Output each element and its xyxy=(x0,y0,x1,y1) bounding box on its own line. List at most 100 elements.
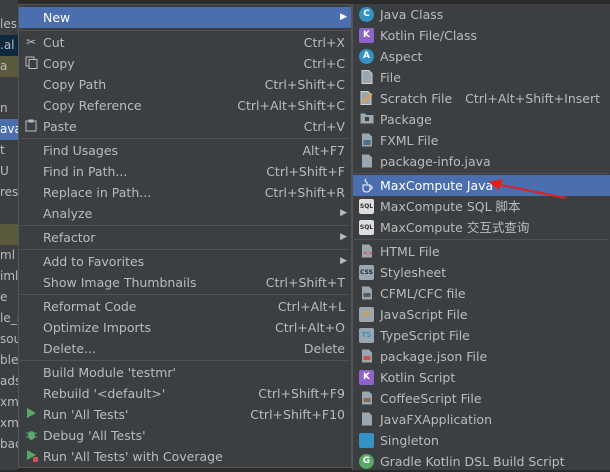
menu-item-debug-all-tests[interactable]: Debug 'All Tests' xyxy=(19,425,351,446)
submenu-item-label: Java Class xyxy=(380,7,444,22)
tree-item[interactable]: U xyxy=(0,161,18,182)
menu-item-build-module[interactable]: Build Module 'testmr' xyxy=(19,362,351,383)
tree-item[interactable]: bac xyxy=(0,434,18,455)
menu-item-run-with-coverage[interactable]: Run 'All Tests' with Coverage xyxy=(19,446,351,467)
submenu-item-file[interactable]: File xyxy=(353,67,610,88)
typescript-file-icon: TS xyxy=(359,328,374,343)
submenu-item-javafx-application[interactable]: JavaFXApplication xyxy=(353,409,610,430)
submenu-item-label: TypeScript File xyxy=(380,328,470,343)
menu-item-delete[interactable]: Delete... Delete xyxy=(19,338,351,359)
gradle-icon: G xyxy=(359,454,374,469)
submenu-item-maxcompute-java[interactable]: MaxCompute Java xyxy=(353,175,610,196)
menu-item-label: Cut xyxy=(43,35,65,50)
java-cup-icon xyxy=(359,178,374,193)
submenu-item-java-class[interactable]: C Java Class xyxy=(353,4,610,25)
submenu-item-gradle-kotlin-dsl[interactable]: G Gradle Kotlin DSL Build Script xyxy=(353,451,610,472)
menu-item-label: Optimize Imports xyxy=(43,320,152,335)
menu-item-paste[interactable]: Paste Ctrl+V xyxy=(19,116,351,137)
tree-item[interactable] xyxy=(0,203,18,224)
submenu-item-typescript-file[interactable]: TS TypeScript File xyxy=(353,325,610,346)
submenu-item-kotlin-file[interactable]: K Kotlin File/Class xyxy=(353,25,610,46)
menu-item-new[interactable]: New ▶ xyxy=(19,7,351,28)
submenu-item-coffeescript-file[interactable]: CoffeeScript File xyxy=(353,388,610,409)
menu-item-copy[interactable]: Copy Ctrl+C xyxy=(19,53,351,74)
menu-item-add-to-favorites[interactable]: Add to Favorites ▶ xyxy=(19,251,351,272)
menu-item-copy-path[interactable]: Copy Path Ctrl+Shift+C xyxy=(19,74,351,95)
menu-item-run-all-tests[interactable]: Run 'All Tests' Ctrl+Shift+F10 xyxy=(19,404,351,425)
menu-item-copy-reference[interactable]: Copy Reference Ctrl+Alt+Shift+C xyxy=(19,95,351,116)
submenu-item-maxcompute-interactive[interactable]: SQL MaxCompute 交互式查询 xyxy=(353,217,610,238)
submenu-item-label: File xyxy=(380,70,401,85)
submenu-item-stylesheet[interactable]: CSS Stylesheet xyxy=(353,262,610,283)
submenu-item-label: MaxCompute SQL 脚本 xyxy=(380,199,521,214)
menu-item-shortcut: Delete xyxy=(303,341,345,356)
tree-item[interactable] xyxy=(0,224,18,245)
submenu-item-cfml-file[interactable]: CFML/CFC file xyxy=(353,283,610,304)
tree-item[interactable]: ble xyxy=(0,350,18,371)
menu-item-label: Refactor xyxy=(43,230,96,245)
menu-item-refactor[interactable]: Refactor ▶ xyxy=(19,227,351,248)
menu-item-shortcut: Ctrl+Shift+F10 xyxy=(250,407,345,422)
menu-item-show-image-thumbnails[interactable]: Show Image Thumbnails Ctrl+Shift+T xyxy=(19,272,351,293)
tree-item[interactable]: ml xyxy=(0,245,18,266)
java-file-icon xyxy=(359,154,374,169)
cfml-file-icon xyxy=(359,286,374,301)
menu-item-label: Replace in Path... xyxy=(43,185,152,200)
menu-item-shortcut: Ctrl+C xyxy=(303,56,345,71)
submenu-item-fxml-file[interactable]: FXML File xyxy=(353,130,610,151)
submenu-item-label: Aspect xyxy=(380,49,423,64)
menu-item-shortcut: Ctrl+Shift+F9 xyxy=(258,386,345,401)
menu-item-label: Find Usages xyxy=(43,143,119,158)
submenu-item-label: JavaFXApplication xyxy=(380,412,492,427)
tree-item[interactable]: ads xyxy=(0,371,18,392)
tree-item[interactable]: xme xyxy=(0,392,18,413)
submenu-item-label: Kotlin Script xyxy=(380,370,456,385)
submenu-item-label: Singleton xyxy=(380,433,439,448)
submenu-item-javascript-file[interactable]: JS JavaScript File xyxy=(353,304,610,325)
submenu-item-aspect[interactable]: A Aspect xyxy=(353,46,610,67)
separator xyxy=(20,294,350,295)
tree-item-selected[interactable]: ava xyxy=(0,119,18,140)
submenu-arrow-icon: ▶ xyxy=(340,12,347,22)
tree-item[interactable]: xme xyxy=(0,413,18,434)
menu-item-cut[interactable]: ✂ Cut Ctrl+X xyxy=(19,32,351,53)
menu-item-label: Delete... xyxy=(43,341,96,356)
menu-item-reformat-code[interactable]: Reformat Code Ctrl+Alt+L xyxy=(19,296,351,317)
tree-item[interactable]: e xyxy=(0,287,18,308)
tree-item[interactable]: .al xyxy=(0,35,18,56)
submenu-item-singleton[interactable]: Singleton xyxy=(353,430,610,451)
tree-item[interactable] xyxy=(0,77,18,98)
project-tree[interactable]: les .al a n ava t U reso ml iml e le_r s… xyxy=(0,0,18,470)
tree-item[interactable]: a xyxy=(0,56,18,77)
submenu-item-html-file[interactable]: <> HTML File xyxy=(353,241,610,262)
separator xyxy=(354,173,609,174)
submenu-item-label: Kotlin File/Class xyxy=(380,28,477,43)
submenu-item-scratch-file[interactable]: Scratch File Ctrl+Alt+Shift+Insert xyxy=(353,88,610,109)
tree-item[interactable]: sou xyxy=(0,329,18,350)
menu-item-label: Show Image Thumbnails xyxy=(43,275,197,290)
css-file-icon: CSS xyxy=(359,265,374,280)
submenu-item-kotlin-script[interactable]: K Kotlin Script xyxy=(353,367,610,388)
submenu-item-package-json[interactable]: package.json File xyxy=(353,346,610,367)
tree-item[interactable]: le_r xyxy=(0,308,18,329)
menu-item-replace-in-path[interactable]: Replace in Path... Ctrl+Shift+R xyxy=(19,182,351,203)
menu-item-label: Build Module 'testmr' xyxy=(43,365,176,380)
tree-item[interactable]: t xyxy=(0,140,18,161)
tree-item[interactable]: les xyxy=(0,14,18,35)
kotlin-icon: K xyxy=(359,28,374,43)
sql-file-icon: SQL xyxy=(359,199,374,214)
tree-item[interactable]: reso xyxy=(0,182,18,203)
menu-item-find-in-path[interactable]: Find in Path... Ctrl+Shift+F xyxy=(19,161,351,182)
menu-item-optimize-imports[interactable]: Optimize Imports Ctrl+Alt+O xyxy=(19,317,351,338)
menu-item-analyze[interactable]: Analyze ▶ xyxy=(19,203,351,224)
submenu-item-maxcompute-sql[interactable]: SQL MaxCompute SQL 脚本 xyxy=(353,196,610,217)
menu-item-rebuild[interactable]: Rebuild '<default>' Ctrl+Shift+F9 xyxy=(19,383,351,404)
submenu-item-package-info[interactable]: package-info.java xyxy=(353,151,610,172)
javafx-file-icon xyxy=(359,412,374,427)
submenu-item-label: FXML File xyxy=(380,133,439,148)
submenu-item-label: Scratch File xyxy=(380,91,453,106)
menu-item-find-usages[interactable]: Find Usages Alt+F7 xyxy=(19,140,351,161)
submenu-item-package[interactable]: Package xyxy=(353,109,610,130)
tree-item[interactable]: n xyxy=(0,98,18,119)
tree-item[interactable]: iml xyxy=(0,266,18,287)
